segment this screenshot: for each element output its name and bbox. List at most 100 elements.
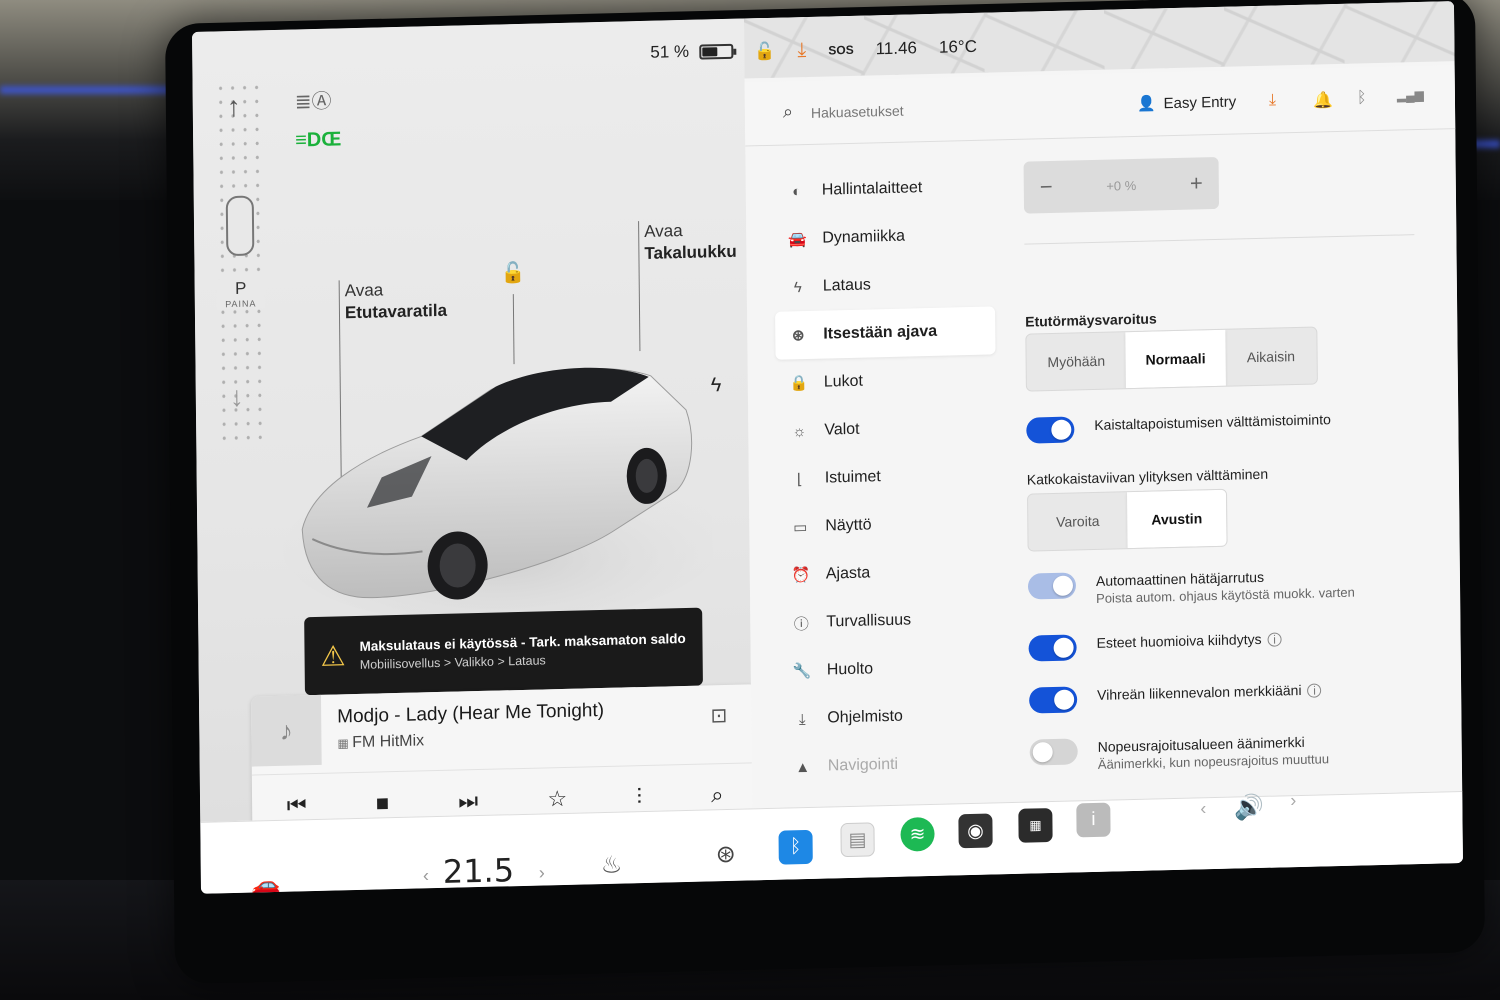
info-icon[interactable]: i [1307, 683, 1322, 698]
display-icon: ▭ [793, 518, 808, 537]
aeb-row: Automaattinen hätäjarrutus Poista autom.… [1027, 566, 1355, 610]
lock-icon: 🔒 [789, 374, 809, 393]
bolt-icon: ϟ [793, 278, 802, 296]
favorite-star-icon[interactable]: ☆ [547, 785, 567, 811]
seat-heater-icon[interactable]: ♨ [601, 851, 623, 881]
station-name: FM HitMix [337, 732, 424, 752]
arrow-up-icon[interactable]: ↑ [227, 91, 241, 123]
touchscreen: 51 % ↑ P PAINA ↓ ≣Ⓐ ≡DŒ Avaa Etutavarati… [192, 1, 1463, 894]
volume-down-chevron-icon[interactable]: ‹ [1200, 798, 1206, 819]
bell-icon[interactable]: 🔔 [1313, 90, 1333, 110]
car-top-view-icon [225, 195, 255, 257]
nav-item-navigation[interactable]: ▲ Navigointi [780, 738, 1000, 791]
clock: 11.46 [875, 37, 918, 58]
person-icon: 👤 [1136, 95, 1156, 113]
arrow-down-icon[interactable]: ↓ [230, 381, 244, 413]
search-icon: ⌕ [782, 101, 794, 122]
gear-selector[interactable]: ↑ P PAINA ↓ [214, 80, 267, 442]
nav-item-locks[interactable]: 🔒 Lukot [776, 354, 996, 407]
lte-signal-icon: ▂▄▆ [1396, 87, 1424, 103]
ambient-light [0, 86, 180, 94]
battery-icon [698, 43, 734, 60]
solid-line-option-assist[interactable]: Avustin [1127, 489, 1227, 549]
unlock-icon[interactable]: 🔓 [500, 260, 525, 286]
spotify-icon[interactable]: ≋ [900, 816, 935, 852]
wrench-icon: 🔧 [792, 662, 812, 681]
equalizer-icon[interactable]: ⫶ [636, 784, 642, 810]
sos-icon[interactable]: SOS [828, 42, 853, 57]
trunk-label-verb: Avaa [644, 221, 683, 241]
speaker-icon[interactable]: ⊡ [710, 703, 727, 728]
section-divider [1024, 234, 1415, 245]
car-icon: 🚘 [788, 230, 808, 249]
fcw-option-late[interactable]: Myöhään [1026, 332, 1126, 390]
nav-item-software[interactable]: ⤓ Ohjelmisto [779, 690, 999, 743]
aeb-toggle[interactable] [1027, 572, 1077, 600]
parking-light-icon[interactable]: ≡DŒ [295, 128, 341, 152]
nav-item-dynamics[interactable]: 🚘 Dynamiikka [774, 210, 994, 263]
minus-button[interactable]: − [1040, 174, 1053, 200]
vehicle-render [282, 367, 714, 625]
charge-port-bolt-icon[interactable]: ϟ [711, 374, 722, 397]
nav-item-service[interactable]: 🔧 Huolto [779, 642, 999, 695]
solid-line-option-warn[interactable]: Varoita [1028, 492, 1128, 550]
settings-panel: 🔓 ⤓ SOS 11.46 16°C ⌕ 👤 Easy Entry ⤓ 🔔 ᛒ … [743, 1, 1463, 881]
obstacle-accel-toggle[interactable] [1028, 634, 1077, 662]
volume-up-chevron-icon[interactable]: › [1290, 790, 1296, 811]
settings-nav: ◐ Hallintalaitteet 🚘 Dynamiikka ϟ Lataus ⊛ I… [774, 162, 1001, 791]
stop-icon[interactable]: ■ [376, 790, 390, 816]
download-icon[interactable]: ⤓ [1269, 92, 1276, 110]
bluetooth-icon[interactable]: ᛒ [1357, 89, 1367, 107]
auto-headlight-icon[interactable]: ≣Ⓐ [295, 85, 332, 115]
temp-up-chevron-icon[interactable]: › [539, 862, 545, 883]
notes-app-icon[interactable]: ▤ [840, 822, 875, 858]
seat-icon: ⌊ [796, 471, 803, 489]
solid-line-title: Katkokaistaviivan ylityksen välttäminen [1026, 465, 1269, 488]
cabin-temperature[interactable]: 21.5 [443, 851, 515, 891]
sun-icon: ☼ [792, 422, 807, 440]
speed-zone-chime-toggle[interactable] [1029, 738, 1078, 766]
nav-label: Istuimet [824, 468, 881, 487]
fcw-option-normal[interactable]: Normaali [1125, 329, 1226, 389]
fcw-option-early[interactable]: Aikaisin [1225, 328, 1317, 386]
track-title: Modjo - Lady (Hear Me Tonight) [337, 699, 605, 728]
nav-item-controls[interactable]: ◐ Hallintalaitteet [774, 162, 994, 215]
toggle-icon: ◐ [792, 182, 802, 200]
nav-label: Näyttö [825, 516, 872, 535]
stepper-value: +0 % [1106, 177, 1137, 194]
trunk-label-name: Takaluukku [644, 241, 737, 263]
trunk-label[interactable]: Avaa Takaluukku [644, 219, 737, 265]
previous-icon[interactable]: ⏮ [287, 792, 307, 818]
toybox-icon[interactable]: ▦ [1018, 808, 1053, 843]
camera-icon[interactable]: ◉ [958, 813, 993, 849]
fcw-selector: Myöhään Normaali Aikaisin [1025, 326, 1318, 392]
nav-item-seats[interactable]: ⌊ Istuimet [777, 450, 997, 503]
nav-item-safety[interactable]: ⓘ Turvallisuus [778, 594, 998, 647]
steering-heater-icon[interactable]: ⊛ [716, 840, 736, 869]
next-icon[interactable]: ⏭ [458, 788, 478, 814]
volume-icon[interactable]: 🔊 [1234, 793, 1264, 823]
ldw-toggle[interactable] [1026, 416, 1075, 444]
nav-item-lights[interactable]: ☼ Valot [776, 402, 996, 455]
nav-item-display[interactable]: ▭ Näyttö [777, 498, 997, 551]
nav-item-schedule[interactable]: ⏰ Ajasta [778, 546, 998, 599]
download-icon[interactable]: ⤓ [797, 39, 806, 62]
bluetooth-app-icon[interactable]: ᛒ [778, 829, 813, 865]
nav-item-autopilot[interactable]: ⊛ Itsestään ajava [775, 306, 996, 360]
alarm-icon: ⏰ [791, 566, 811, 585]
charging-alert[interactable]: ⚠ Maksulataus ei käytössä - Tark. maksam… [304, 607, 703, 696]
info-icon[interactable]: i [1267, 632, 1282, 647]
manual-info-icon[interactable]: i [1076, 802, 1111, 838]
green-light-chime-toggle[interactable] [1029, 686, 1078, 714]
search-icon[interactable]: ⌕ [711, 782, 724, 808]
nav-label: Itsestään ajava [823, 322, 938, 343]
settings-search-input[interactable] [810, 92, 1072, 127]
warning-icon: ⚠ [320, 639, 346, 672]
temp-down-chevron-icon[interactable]: ‹ [423, 865, 429, 886]
lock-status-icon[interactable]: 🔓 [754, 41, 775, 62]
nav-item-charging[interactable]: ϟ Lataus [775, 258, 995, 311]
solid-line-selector: Varoita Avustin [1027, 488, 1228, 552]
car-icon[interactable]: 🚗 [251, 871, 281, 894]
plus-button[interactable]: + [1190, 170, 1203, 196]
driver-profile-button[interactable]: 👤 Easy Entry [1136, 92, 1236, 113]
